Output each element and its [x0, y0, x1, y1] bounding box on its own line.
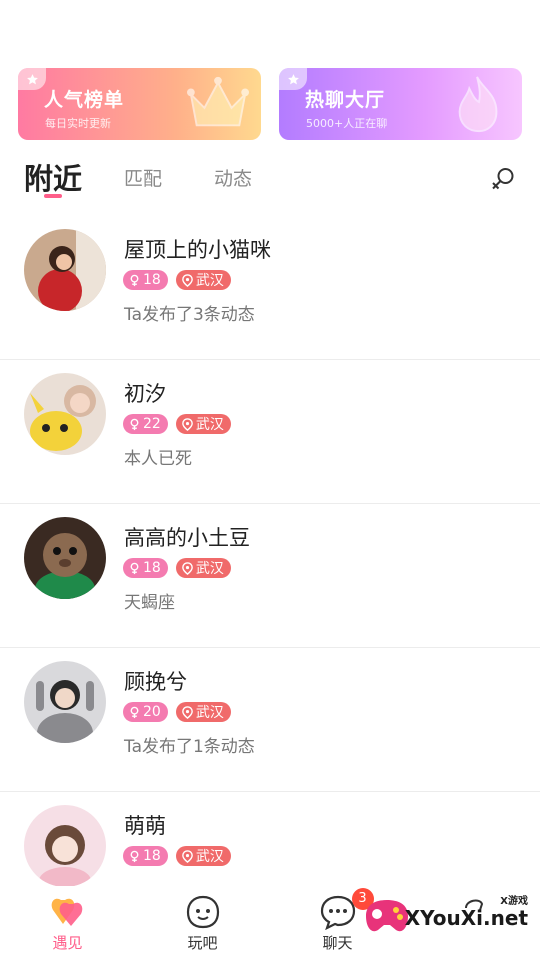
star-icon [18, 68, 46, 90]
user-description: 天蝎座 [124, 593, 175, 613]
chat-bubble-icon [320, 895, 355, 930]
location-tag: 武汉 [175, 702, 231, 722]
age-gender-tag: 20 [123, 702, 168, 722]
avatar[interactable] [24, 661, 106, 743]
banner-title: 热聊大厅 [305, 89, 386, 111]
flame-icon [458, 76, 498, 133]
banner-title: 人气榜单 [44, 89, 125, 111]
female-icon [130, 274, 139, 286]
avatar[interactable] [24, 373, 106, 455]
nav-meet[interactable]: 遇见 [0, 886, 135, 960]
female-icon [130, 418, 139, 430]
location-value: 武汉 [195, 849, 224, 865]
avatar[interactable] [24, 805, 106, 887]
age-gender-tag: 22 [123, 414, 168, 434]
nearby-user-list: 屋顶上的小猫咪 18 武汉 Ta发布了3条动态 初汐 22 武汉 本人已死 高高… [0, 216, 540, 936]
popularity-ranking-banner[interactable]: 人气榜单 每日实时更新 [18, 68, 261, 140]
female-icon [130, 850, 139, 862]
nav-play[interactable]: 玩吧 [135, 886, 270, 960]
tab-bar: 附近 匹配 动态 [24, 152, 522, 202]
location-tag: 武汉 [175, 846, 231, 866]
age-gender-tag: 18 [123, 846, 168, 866]
location-pin-icon [181, 705, 193, 719]
banner-subtitle: 每日实时更新 [45, 117, 111, 130]
user-name: 高高的小土豆 [124, 526, 250, 550]
user-list-item[interactable]: 屋顶上的小猫咪 18 武汉 Ta发布了3条动态 [0, 216, 540, 360]
user-tags: 18 武汉 [123, 558, 231, 578]
location-pin-icon [181, 417, 193, 431]
user-list-item[interactable]: 初汐 22 武汉 本人已死 [0, 360, 540, 504]
age-value: 18 [143, 848, 161, 864]
tab-nearby[interactable]: 附近 [24, 156, 82, 198]
gender-filter-icon[interactable] [490, 166, 516, 192]
user-name: 萌萌 [124, 814, 166, 838]
nav-label: 玩吧 [187, 934, 218, 952]
active-tab-indicator [44, 194, 62, 198]
location-value: 武汉 [195, 417, 224, 433]
location-tag: 武汉 [175, 270, 231, 290]
hot-chat-hall-banner[interactable]: 热聊大厅 5000+人正在聊 [279, 68, 522, 140]
nav-label: 遇见 [52, 934, 83, 952]
star-icon [279, 68, 307, 90]
user-list-item[interactable]: 高高的小土豆 18 武汉 天蝎座 [0, 504, 540, 648]
tab-match[interactable]: 匹配 [124, 164, 162, 191]
user-tags: 20 武汉 [123, 702, 231, 722]
location-pin-icon [181, 273, 193, 287]
banner-subtitle: 5000+人正在聊 [306, 117, 388, 130]
face-icon [186, 895, 219, 929]
nav-label: 聊天 [322, 934, 353, 952]
location-tag: 武汉 [175, 414, 231, 434]
hearts-icon [51, 898, 82, 926]
location-pin-icon [181, 561, 193, 575]
site-watermark: X游戏 XYouXi.net [360, 888, 530, 946]
user-name: 屋顶上的小猫咪 [124, 238, 271, 262]
avatar[interactable] [24, 517, 106, 599]
user-description: Ta发布了3条动态 [124, 305, 255, 325]
user-description: Ta发布了1条动态 [124, 737, 255, 757]
age-gender-tag: 18 [123, 558, 168, 578]
age-value: 18 [143, 272, 161, 288]
watermark-small-text: X游戏 [500, 896, 528, 907]
user-description: 本人已死 [124, 449, 192, 469]
age-value: 18 [143, 560, 161, 576]
user-tags: 22 武汉 [123, 414, 231, 434]
avatar[interactable] [24, 229, 106, 311]
user-tags: 18 武汉 [123, 846, 231, 866]
location-pin-icon [181, 849, 193, 863]
user-name: 顾挽兮 [124, 670, 187, 694]
tab-moments[interactable]: 动态 [214, 164, 252, 191]
age-gender-tag: 18 [123, 270, 168, 290]
user-list-item[interactable]: 顾挽兮 20 武汉 Ta发布了1条动态 [0, 648, 540, 792]
location-value: 武汉 [195, 273, 224, 289]
age-value: 20 [143, 704, 161, 720]
age-value: 22 [143, 416, 161, 432]
crown-icon [187, 76, 249, 127]
female-icon [130, 562, 139, 574]
location-value: 武汉 [195, 705, 224, 721]
user-tags: 18 武汉 [123, 270, 231, 290]
user-name: 初汐 [124, 382, 166, 406]
watermark-main-text: XYouXi.net [404, 906, 528, 930]
location-tag: 武汉 [175, 558, 231, 578]
location-value: 武汉 [195, 561, 224, 577]
female-icon [130, 706, 139, 718]
banner-row: 人气榜单 每日实时更新 热聊大厅 5000+人正在聊 [18, 68, 522, 140]
